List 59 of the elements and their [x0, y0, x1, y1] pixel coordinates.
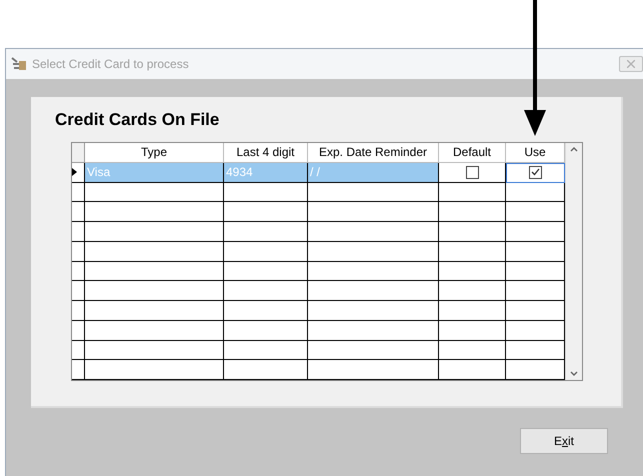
table-cell — [506, 262, 565, 282]
column-header[interactable]: Last 4 digit — [224, 143, 308, 163]
table-cell — [506, 242, 565, 262]
table-row[interactable] — [72, 182, 565, 202]
row-header-cell[interactable] — [72, 340, 85, 360]
row-header-cell[interactable] — [72, 242, 85, 262]
row-header-cell[interactable] — [72, 320, 85, 340]
close-icon — [627, 60, 635, 68]
table-cell — [439, 222, 506, 242]
table-cell — [439, 182, 506, 202]
scrollbar[interactable] — [565, 143, 582, 380]
table-cell — [506, 222, 565, 242]
table-cell — [506, 301, 565, 321]
scroll-down-icon[interactable] — [570, 371, 578, 376]
table-cell: Visa — [85, 162, 224, 182]
table-row[interactable] — [72, 301, 565, 321]
row-header-cell[interactable] — [72, 182, 85, 202]
checkbox[interactable] — [528, 166, 542, 179]
table-cell — [439, 320, 506, 340]
column-header[interactable]: Use — [506, 143, 565, 163]
row-header-cell[interactable] — [72, 281, 85, 301]
table-cell: 4934 — [224, 162, 308, 182]
table-cell — [439, 202, 506, 222]
table-cell — [506, 340, 565, 360]
checkbox[interactable] — [466, 166, 478, 179]
column-header[interactable]: Type — [85, 143, 224, 163]
table-cell — [439, 281, 506, 301]
row-header-cell[interactable] — [72, 301, 85, 321]
table-row[interactable] — [72, 320, 565, 340]
table-cell — [439, 262, 506, 282]
table-row[interactable] — [72, 242, 565, 262]
table-row[interactable] — [72, 222, 565, 242]
app-icon — [10, 56, 28, 72]
table-cell — [439, 301, 506, 321]
window-title: Select Credit Card to process — [32, 56, 189, 73]
row-header-cell[interactable] — [72, 360, 85, 380]
panel-title: Credit Cards On File — [55, 109, 220, 131]
column-header[interactable]: Default — [439, 143, 506, 163]
row-header-cell[interactable] — [72, 202, 85, 222]
table-row[interactable] — [72, 360, 565, 380]
table-cell — [439, 242, 506, 262]
column-header[interactable]: Exp. Date Reminder — [308, 143, 439, 163]
table-cell — [506, 281, 565, 301]
scroll-up-icon[interactable] — [570, 147, 578, 152]
table-cell — [506, 182, 565, 202]
table-row[interactable] — [72, 262, 565, 282]
row-header-cell[interactable] — [72, 162, 85, 182]
table-cell: / / — [308, 162, 439, 182]
exit-button[interactable]: Exit — [520, 428, 608, 454]
row-header-cell[interactable] — [72, 262, 85, 282]
table-cell — [506, 202, 565, 222]
row-header-cell[interactable] — [72, 222, 85, 242]
table-cell — [439, 340, 506, 360]
table-cell — [506, 320, 565, 340]
table-row[interactable] — [72, 281, 565, 301]
table-row[interactable] — [72, 202, 565, 222]
corner-cell — [72, 143, 85, 163]
current-row-icon — [72, 168, 77, 176]
table-row[interactable] — [72, 340, 565, 360]
